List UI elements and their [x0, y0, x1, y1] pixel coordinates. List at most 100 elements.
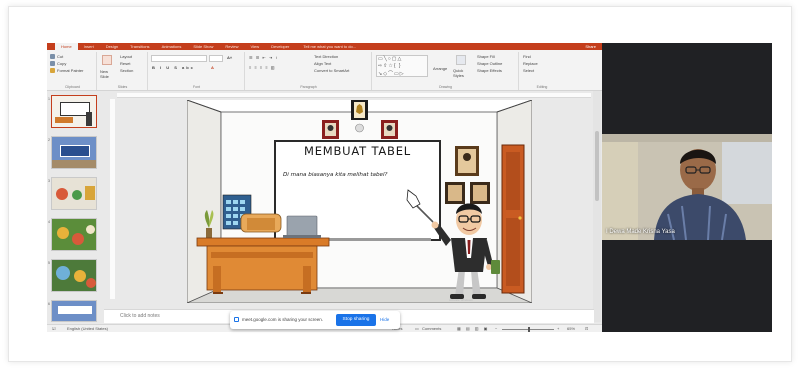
new-slide-button[interactable]: New Slide — [100, 69, 116, 79]
thumb-board — [58, 306, 92, 314]
tell-me-search[interactable]: Tell me what you want to do... — [303, 44, 356, 49]
slide-thumbnail[interactable] — [51, 300, 97, 322]
vertical-scrollbar[interactable] — [593, 91, 601, 322]
thumb-shape — [56, 266, 70, 280]
drawing-group: ▭╲○▢△ ⇨⇧☆{ } ↘◇⌒▭▷ Arrange Quick Styles … — [373, 52, 519, 90]
font-color-button[interactable]: A — [211, 65, 214, 70]
tab-insert[interactable]: Insert — [78, 43, 100, 50]
screen-share-banner: meet.google.com is sharing your screen. … — [230, 311, 400, 329]
stop-sharing-button[interactable]: Stop sharing — [336, 314, 376, 326]
thumb-teacher — [86, 112, 92, 126]
zoom-in-button[interactable]: + — [557, 326, 559, 331]
replace-button[interactable]: Replace — [523, 61, 538, 66]
tab-review[interactable]: Review — [219, 43, 244, 50]
slides-label: Slides — [117, 85, 128, 89]
vertical-ruler — [110, 99, 115, 299]
zoom-out-button[interactable]: − — [495, 326, 497, 331]
view-buttons[interactable]: ▦ ▤ ▥ ▣ — [457, 326, 489, 331]
shape-effects-button[interactable]: Shape Effects — [477, 68, 502, 73]
drawing-label: Drawing — [439, 85, 452, 89]
font-size-select[interactable] — [209, 55, 223, 62]
font-format-buttons[interactable]: B I U S abc — [152, 65, 195, 70]
align-text-button[interactable]: Align Text — [314, 61, 331, 66]
tab-view[interactable]: View — [245, 43, 266, 50]
thumb-number: 3 — [48, 179, 50, 183]
participant-video-tile[interactable]: I Dewa Made Krisna Yasa — [602, 43, 772, 332]
thumb-number: 4 — [48, 220, 50, 224]
thumb-shape — [85, 186, 95, 200]
comments-icon: ▭ — [415, 326, 419, 331]
list-buttons[interactable]: ☰ ☰ ⇤ ⇥ ↕ — [249, 55, 278, 60]
tab-slide-show[interactable]: Slide Show — [187, 43, 219, 50]
thumb-number: 6 — [48, 302, 50, 306]
grow-font-button[interactable]: A˄ — [227, 55, 232, 60]
zoom-level[interactable]: 65% — [567, 326, 575, 331]
wall-clock — [355, 123, 364, 133]
cut-button[interactable]: Cut — [57, 54, 63, 59]
share-button[interactable]: Share — [585, 43, 596, 50]
scroll-thumb[interactable] — [595, 131, 599, 201]
powerpoint-window: Home Insert Design Transitions Animation… — [47, 43, 602, 332]
arrange-button[interactable]: Arrange — [433, 66, 447, 71]
thumb-shape — [57, 227, 69, 239]
text-direction-button[interactable]: Text Direction — [314, 54, 338, 59]
thumb-shape — [86, 225, 95, 234]
camera-feed: I Dewa Made Krisna Yasa — [602, 134, 772, 240]
font-family-select[interactable] — [151, 55, 207, 62]
slide-thumbnail[interactable] — [51, 95, 97, 128]
thumb-shape — [72, 233, 84, 245]
participant-name: I Dewa Made Krisna Yasa — [606, 229, 675, 235]
slide-thumbnail[interactable] — [51, 259, 97, 292]
hide-button[interactable]: Hide — [380, 317, 389, 322]
tab-home[interactable]: Home — [55, 43, 78, 50]
slide-thumbnail[interactable] — [51, 218, 97, 251]
garuda-emblem — [351, 100, 368, 120]
thumb-number: 5 — [48, 261, 50, 265]
shape-icons-row3: ↘◇⌒▭▷ — [378, 71, 405, 77]
format-painter-icon — [50, 68, 55, 73]
shape-icons-row2: ⇨⇧☆{ } — [378, 63, 402, 69]
layout-button[interactable]: Layout — [120, 54, 132, 59]
language-indicator[interactable]: English (United States) — [67, 326, 108, 331]
svg-text:Activate Windows: Activate Windows — [449, 298, 473, 302]
tab-transitions[interactable]: Transitions — [124, 43, 155, 50]
shape-fill-button[interactable]: Shape Fill — [477, 54, 495, 59]
section-button[interactable]: Section — [120, 68, 133, 73]
slide-title[interactable]: MEMBUAT TABEL — [275, 144, 440, 158]
copy-button[interactable]: Copy — [57, 61, 66, 66]
convert-smartart-button[interactable]: Convert to SmartArt — [314, 68, 349, 73]
reset-button[interactable]: Reset — [120, 61, 130, 66]
clipboard-label: Clipboard — [65, 85, 80, 89]
align-buttons[interactable]: ≡ ≡ ≡ ≡ ▥ — [249, 65, 276, 70]
spellcheck-icon[interactable]: ☑ — [52, 326, 56, 331]
slide-thumbnail-pane: 1 2 3 4 5 6 — [47, 91, 104, 324]
fit-slide-icon[interactable]: ⊡ — [585, 326, 588, 331]
zoom-slider-thumb[interactable] — [528, 327, 530, 332]
paragraph-group: ☰ ☰ ⇤ ⇥ ↕ ≡ ≡ ≡ ≡ ▥ Text Direction Align… — [246, 52, 372, 90]
tab-developer[interactable]: Developer — [265, 43, 295, 50]
slide-thumbnail[interactable] — [51, 136, 97, 169]
thumb-number: 2 — [48, 138, 50, 142]
comments-toggle[interactable]: Comments — [422, 326, 441, 331]
slide-thumbnail[interactable] — [51, 177, 97, 210]
portrait-left — [322, 120, 339, 139]
font-group: A˄ B I U S abc A Font — [149, 52, 245, 90]
tab-animations[interactable]: Animations — [156, 43, 188, 50]
ribbon-tab-bar: Home Insert Design Transitions Animation… — [47, 43, 602, 50]
thumb-desk — [55, 117, 73, 123]
clipboard-group: Cut Copy Format Painter Clipboard — [49, 52, 97, 90]
slide-subtitle[interactable]: Di mana biasanya kita melihat tabel? — [283, 172, 433, 178]
thumb-number: 1 — [48, 97, 50, 101]
quick-styles-icon — [456, 55, 466, 65]
classroom-scene: Activate Windows — [187, 100, 532, 303]
format-painter-button[interactable]: Format Painter — [57, 68, 83, 73]
find-button[interactable]: Find — [523, 54, 531, 59]
slide-canvas[interactable]: Activate Windows MEMBUAT TABEL Di mana b… — [187, 100, 532, 303]
quick-styles-button[interactable]: Quick Styles — [453, 68, 473, 78]
paragraph-label: Paragraph — [300, 85, 317, 89]
tab-design[interactable]: Design — [100, 43, 124, 50]
editing-group: Find Replace Select Editing — [520, 52, 564, 90]
shape-outline-button[interactable]: Shape Outline — [477, 61, 502, 66]
slides-group: New Slide Layout Reset Section Slides — [98, 52, 148, 90]
select-button[interactable]: Select — [523, 68, 534, 73]
